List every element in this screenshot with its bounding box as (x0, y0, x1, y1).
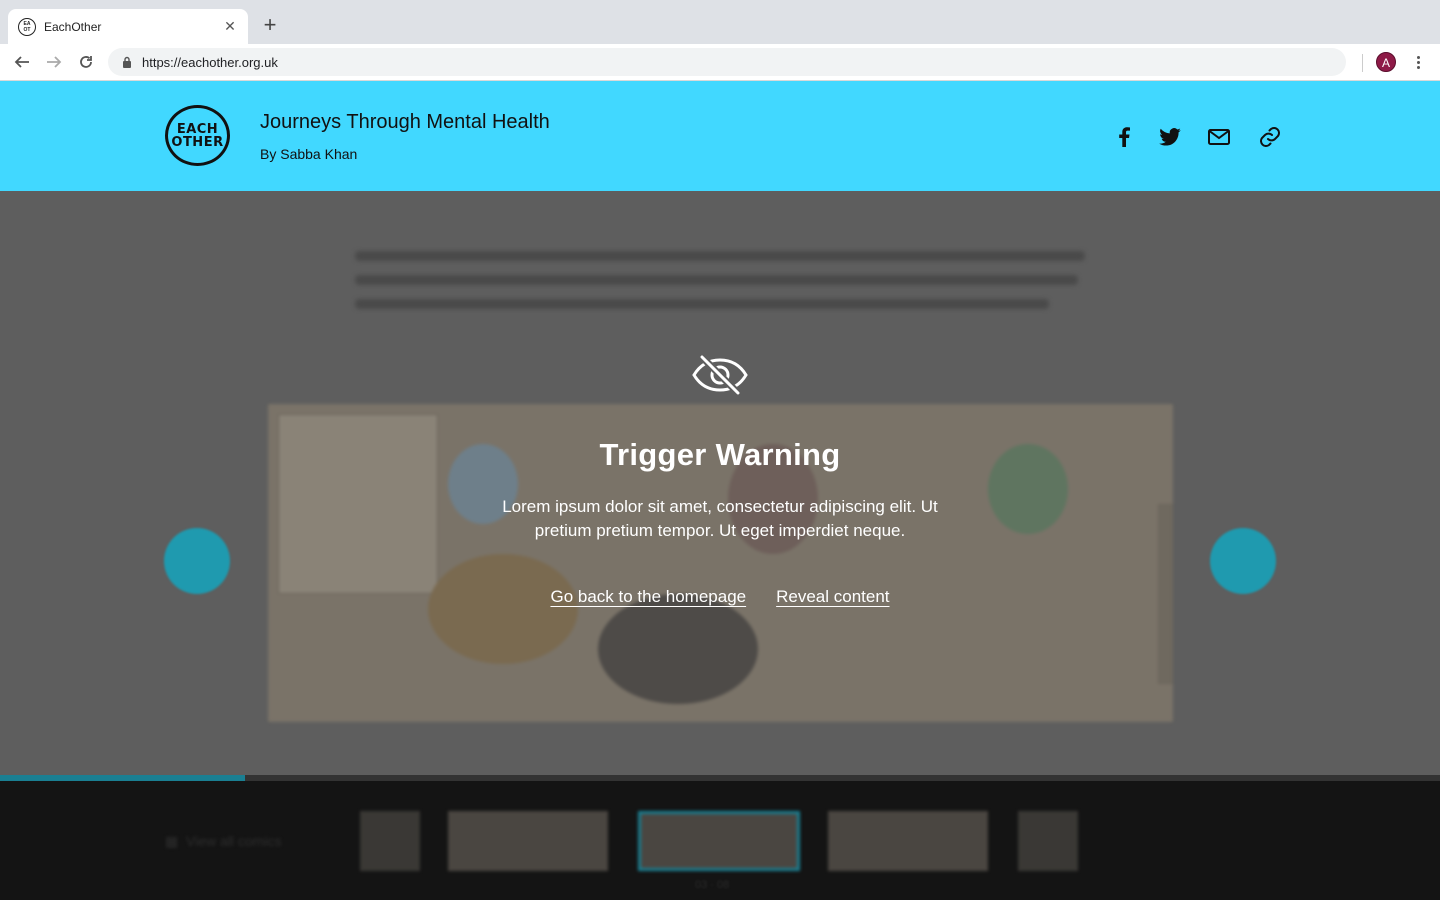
thumbnail (1018, 811, 1078, 871)
site-header: EACH OTHER Journeys Through Mental Healt… (0, 81, 1440, 191)
twitter-icon (1159, 128, 1181, 146)
facebook-share-button[interactable] (1112, 125, 1136, 149)
facebook-icon (1119, 127, 1130, 147)
toolbar-divider (1362, 54, 1363, 72)
logo-line-1: EACH (176, 121, 219, 137)
lock-icon (123, 56, 131, 68)
go-back-homepage-link[interactable]: Go back to the homepage (550, 587, 746, 607)
new-tab-button[interactable]: + (258, 14, 282, 38)
back-button[interactable] (10, 50, 34, 74)
thumbnail (360, 811, 420, 871)
eachother-logo[interactable]: EACH OTHER (165, 105, 230, 166)
pager-blurred: 03 · 08 (695, 879, 730, 891)
email-icon (1208, 129, 1230, 145)
browser-menu-icon[interactable] (1410, 51, 1426, 73)
profile-avatar[interactable]: A (1376, 52, 1396, 72)
reveal-content-link[interactable]: Reveal content (776, 587, 889, 607)
logo-line-2: OTHER (171, 134, 224, 150)
thumbnail (828, 811, 988, 871)
arrow-right-icon (47, 56, 62, 68)
reload-button[interactable] (74, 50, 98, 74)
eye-slash-icon (692, 355, 748, 395)
browser-tabstrip: EA OT EachOther ✕ + (0, 0, 1440, 44)
carousel-next-button (1210, 528, 1276, 594)
url-text: https://eachother.org.uk (142, 54, 278, 70)
tab-title: EachOther (44, 19, 102, 34)
intro-text-blurred (355, 251, 1085, 323)
forward-button[interactable] (42, 50, 66, 74)
browser-toolbar: https://eachother.org.uk A (0, 44, 1440, 81)
address-bar[interactable]: https://eachother.org.uk (108, 48, 1346, 76)
author-byline: By Sabba Khan (260, 146, 358, 162)
view-all-comics-blurred: ▦ View all comics (165, 833, 282, 849)
copy-link-button[interactable] (1258, 125, 1282, 149)
warning-message: Lorem ipsum dolor sit amet, consectetur … (502, 497, 938, 540)
reload-icon (80, 56, 92, 68)
email-share-button[interactable] (1207, 125, 1231, 149)
page-title: Journeys Through Mental Health (260, 111, 550, 133)
comic-thumbnail-strip: ▦ View all comics 03 · 08 (0, 781, 1440, 900)
close-tab-icon[interactable]: ✕ (222, 18, 238, 35)
arrow-left-icon (14, 56, 29, 68)
trigger-warning-dialog: Trigger Warning Lorem ipsum dolor sit am… (420, 355, 1020, 607)
thumbnail-active (638, 811, 800, 871)
twitter-share-button[interactable] (1158, 125, 1182, 149)
warning-actions: Go back to the homepage Reveal content (420, 587, 1020, 607)
favicon-icon: EA OT (18, 17, 36, 36)
browser-tab[interactable]: EA OT EachOther ✕ (8, 9, 248, 44)
thumbnail (448, 811, 608, 871)
warning-title: Trigger Warning (599, 437, 841, 472)
carousel-prev-button (164, 528, 230, 594)
link-icon (1260, 127, 1280, 147)
